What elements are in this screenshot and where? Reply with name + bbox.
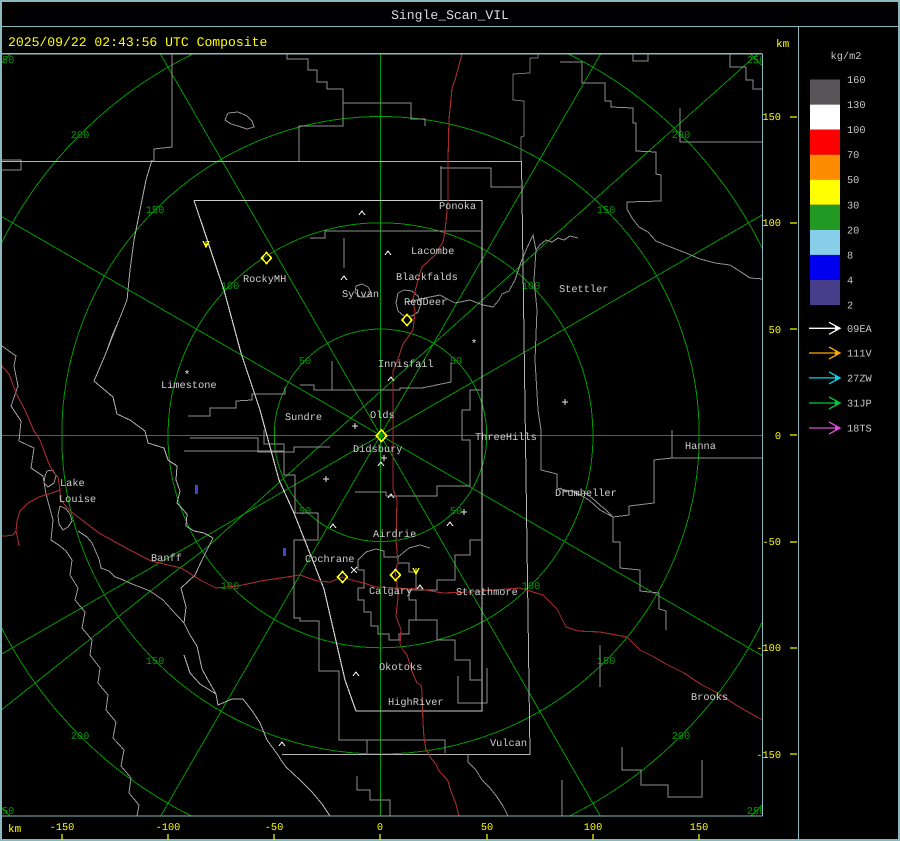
svg-text:0: 0 (377, 822, 383, 834)
svg-text:RockyMH: RockyMH (243, 274, 286, 286)
svg-text:160: 160 (847, 75, 866, 87)
svg-text:50: 50 (450, 356, 462, 368)
svg-text:Brooks: Brooks (691, 692, 728, 704)
svg-text:-100: -100 (156, 822, 181, 834)
svg-text:50: 50 (769, 325, 781, 337)
svg-text:ThreeHills: ThreeHills (475, 432, 537, 444)
svg-text:Airdrie: Airdrie (373, 529, 416, 541)
svg-text:Single_Scan_VIL: Single_Scan_VIL (391, 8, 509, 23)
svg-text:150: 150 (690, 822, 709, 834)
svg-text:*: * (471, 339, 478, 351)
svg-text:50: 50 (299, 356, 311, 368)
svg-text:200: 200 (672, 130, 691, 142)
svg-text:150: 150 (146, 205, 165, 217)
svg-text:-150: -150 (756, 750, 781, 762)
svg-text:-50: -50 (762, 537, 781, 549)
svg-text:Hanna: Hanna (685, 441, 716, 453)
svg-text:Sylvan: Sylvan (342, 289, 379, 301)
svg-text:Cochrane: Cochrane (305, 554, 354, 566)
svg-text:*: * (184, 370, 191, 382)
svg-text:20: 20 (847, 225, 859, 237)
svg-text:2025/09/22 02:43:56 UTC Compos: 2025/09/22 02:43:56 UTC Composite (8, 35, 267, 50)
svg-text:Vulcan: Vulcan (490, 738, 527, 750)
svg-text:27ZW: 27ZW (847, 373, 873, 385)
svg-text:09EA: 09EA (847, 324, 873, 336)
svg-text:Blackfalds: Blackfalds (396, 272, 458, 284)
svg-text:130: 130 (847, 100, 866, 112)
svg-text:Strathmore: Strathmore (456, 587, 518, 599)
svg-text:Lacombe: Lacombe (411, 246, 454, 258)
svg-text:4: 4 (847, 276, 853, 288)
svg-text:70: 70 (847, 150, 859, 162)
svg-text:RedDeer: RedDeer (404, 297, 447, 309)
svg-text:100: 100 (847, 125, 866, 137)
svg-text:100: 100 (584, 822, 603, 834)
svg-text:Ponoka: Ponoka (439, 201, 476, 213)
svg-text:-150: -150 (50, 822, 75, 834)
svg-text:100: 100 (762, 218, 781, 230)
svg-text:8: 8 (847, 250, 853, 262)
svg-text:kg/m2: kg/m2 (831, 51, 862, 63)
svg-text:30: 30 (847, 200, 859, 212)
svg-text:-100: -100 (756, 643, 781, 655)
svg-text:250: 250 (0, 55, 14, 67)
svg-text:Lake: Lake (60, 478, 85, 490)
svg-text:200: 200 (71, 731, 90, 743)
svg-text:50: 50 (847, 175, 859, 187)
svg-text:111V: 111V (847, 349, 873, 361)
svg-text:50: 50 (450, 506, 462, 518)
svg-text:50: 50 (299, 506, 311, 518)
svg-text:Louise: Louise (59, 494, 96, 506)
svg-text:-50: -50 (265, 822, 284, 834)
svg-text:2: 2 (847, 301, 853, 313)
svg-text:km: km (776, 39, 790, 51)
svg-text:200: 200 (672, 731, 691, 743)
svg-text:Sundre: Sundre (285, 412, 322, 424)
svg-text:200: 200 (71, 130, 90, 142)
svg-text:31JP: 31JP (847, 399, 872, 411)
svg-text:Didsbury: Didsbury (353, 444, 402, 456)
svg-text:50: 50 (481, 822, 493, 834)
svg-text:Drumheller: Drumheller (555, 488, 617, 500)
svg-text:0: 0 (775, 431, 781, 443)
svg-text:150: 150 (762, 112, 781, 124)
svg-text:Okotoks: Okotoks (379, 662, 422, 674)
svg-text:150: 150 (146, 656, 165, 668)
svg-text:100: 100 (522, 281, 541, 293)
svg-text:Innisfail: Innisfail (378, 359, 434, 371)
svg-text:Olds: Olds (370, 410, 395, 422)
svg-text:150: 150 (597, 205, 616, 217)
svg-text:Stettler: Stettler (559, 284, 608, 296)
svg-text:Calgary: Calgary (369, 586, 412, 598)
svg-text:Banff: Banff (151, 553, 182, 565)
svg-text:km: km (8, 824, 22, 836)
svg-text:HighRiver: HighRiver (388, 697, 444, 709)
svg-text:18TS: 18TS (847, 424, 872, 436)
